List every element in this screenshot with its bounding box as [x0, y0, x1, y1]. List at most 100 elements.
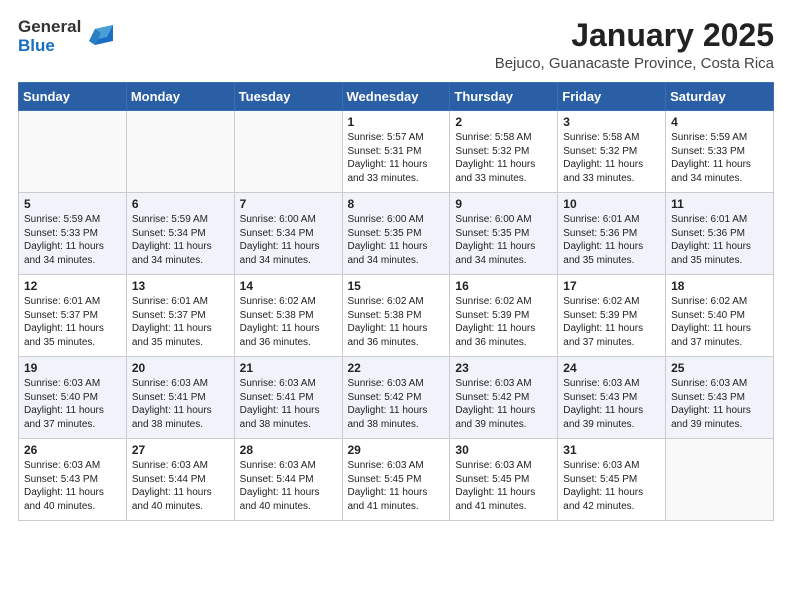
calendar-cell: 13 Sunrise: 6:01 AMSunset: 5:37 PMDayligh…: [126, 275, 234, 357]
day-info: Sunrise: 6:02 AMSunset: 5:38 PMDaylight:…: [240, 295, 337, 349]
day-number: 11: [671, 197, 768, 211]
calendar-cell: [234, 111, 342, 193]
calendar-cell: [126, 111, 234, 193]
day-number: 5: [24, 197, 121, 211]
calendar-subtitle: Bejuco, Guanacaste Province, Costa Rica: [495, 55, 774, 72]
day-info: Sunrise: 6:01 AMSunset: 5:37 PMDaylight:…: [132, 295, 229, 349]
day-info: Sunrise: 6:03 AMSunset: 5:41 PMDaylight:…: [132, 377, 229, 431]
calendar-cell: 10 Sunrise: 6:01 AMSunset: 5:36 PMDayligh…: [558, 193, 666, 275]
calendar-cell: 11 Sunrise: 6:01 AMSunset: 5:36 PMDayligh…: [666, 193, 774, 275]
day-number: 14: [240, 279, 337, 293]
col-wednesday: Wednesday: [342, 83, 450, 111]
day-number: 18: [671, 279, 768, 293]
day-info: Sunrise: 6:03 AMSunset: 5:44 PMDaylight:…: [132, 459, 229, 513]
col-sunday: Sunday: [19, 83, 127, 111]
calendar-cell: 25 Sunrise: 6:03 AMSunset: 5:43 PMDayligh…: [666, 357, 774, 439]
day-info: Sunrise: 6:00 AMSunset: 5:35 PMDaylight:…: [455, 213, 552, 267]
day-number: 22: [348, 361, 445, 375]
logo-icon: [85, 21, 117, 53]
calendar-cell: 3Sunrise: 5:58 AMSunset: 5:32 PMDaylight…: [558, 111, 666, 193]
calendar-cell: 16 Sunrise: 6:02 AMSunset: 5:39 PMDayligh…: [450, 275, 558, 357]
calendar-cell: 22 Sunrise: 6:03 AMSunset: 5:42 PMDayligh…: [342, 357, 450, 439]
day-number: 24: [563, 361, 660, 375]
day-info: Sunrise: 6:02 AMSunset: 5:38 PMDaylight:…: [348, 295, 445, 349]
day-info: Sunrise: 6:03 AMSunset: 5:42 PMDaylight:…: [348, 377, 445, 431]
day-info: Sunrise: 6:01 AMSunset: 5:37 PMDaylight:…: [24, 295, 121, 349]
calendar-cell: 18 Sunrise: 6:02 AMSunset: 5:40 PMDayligh…: [666, 275, 774, 357]
col-thursday: Thursday: [450, 83, 558, 111]
day-number: 27: [132, 443, 229, 457]
day-info: Sunrise: 6:03 AMSunset: 5:45 PMDaylight:…: [455, 459, 552, 513]
day-info: Sunrise: 5:59 AMSunset: 5:34 PMDaylight:…: [132, 213, 229, 267]
day-info: Sunrise: 6:02 AMSunset: 5:40 PMDaylight:…: [671, 295, 768, 349]
day-number: 25: [671, 361, 768, 375]
calendar-cell: 1 Sunrise: 5:57 AMSunset: 5:31 PMDaylight…: [342, 111, 450, 193]
day-number: 9: [455, 197, 552, 211]
day-number: 4: [671, 115, 768, 129]
day-info: Sunrise: 6:02 AMSunset: 5:39 PMDaylight:…: [455, 295, 552, 349]
calendar-table: Sunday Monday Tuesday Wednesday Thursday…: [18, 82, 774, 521]
calendar-cell: 24 Sunrise: 6:03 AMSunset: 5:43 PMDayligh…: [558, 357, 666, 439]
logo-blue: Blue: [18, 37, 81, 56]
calendar-cell: 17Sunrise: 6:02 AMSunset: 5:39 PMDayligh…: [558, 275, 666, 357]
calendar-week-1: 1 Sunrise: 5:57 AMSunset: 5:31 PMDaylight…: [19, 111, 774, 193]
day-number: 16: [455, 279, 552, 293]
day-info: Sunrise: 6:03 AMSunset: 5:42 PMDaylight:…: [455, 377, 552, 431]
day-info: Sunrise: 5:59 AMSunset: 5:33 PMDaylight:…: [671, 131, 768, 185]
calendar-week-3: 12Sunrise: 6:01 AMSunset: 5:37 PMDayligh…: [19, 275, 774, 357]
calendar-cell: 8Sunrise: 6:00 AMSunset: 5:35 PMDaylight…: [342, 193, 450, 275]
calendar-week-2: 5 Sunrise: 5:59 AMSunset: 5:33 PMDaylight…: [19, 193, 774, 275]
day-info: Sunrise: 6:03 AMSunset: 5:41 PMDaylight:…: [240, 377, 337, 431]
calendar-cell: [666, 439, 774, 521]
day-info: Sunrise: 6:03 AMSunset: 5:45 PMDaylight:…: [348, 459, 445, 513]
calendar-cell: 7 Sunrise: 6:00 AMSunset: 5:34 PMDaylight…: [234, 193, 342, 275]
calendar-week-5: 26 Sunrise: 6:03 AMSunset: 5:43 PMDayligh…: [19, 439, 774, 521]
day-number: 7: [240, 197, 337, 211]
col-friday: Friday: [558, 83, 666, 111]
col-monday: Monday: [126, 83, 234, 111]
calendar-cell: 12Sunrise: 6:01 AMSunset: 5:37 PMDayligh…: [19, 275, 127, 357]
day-number: 29: [348, 443, 445, 457]
logo-text: General Blue: [18, 18, 81, 55]
calendar-cell: 14 Sunrise: 6:02 AMSunset: 5:38 PMDayligh…: [234, 275, 342, 357]
day-info: Sunrise: 5:59 AMSunset: 5:33 PMDaylight:…: [24, 213, 121, 267]
calendar-week-4: 19Sunrise: 6:03 AMSunset: 5:40 PMDayligh…: [19, 357, 774, 439]
col-saturday: Saturday: [666, 83, 774, 111]
day-info: Sunrise: 6:01 AMSunset: 5:36 PMDaylight:…: [671, 213, 768, 267]
day-number: 1: [348, 115, 445, 129]
calendar-cell: 2Sunrise: 5:58 AMSunset: 5:32 PMDaylight…: [450, 111, 558, 193]
calendar-cell: 6 Sunrise: 5:59 AMSunset: 5:34 PMDaylight…: [126, 193, 234, 275]
calendar-cell: 30 Sunrise: 6:03 AMSunset: 5:45 PMDayligh…: [450, 439, 558, 521]
day-number: 6: [132, 197, 229, 211]
calendar-cell: 9 Sunrise: 6:00 AMSunset: 5:35 PMDaylight…: [450, 193, 558, 275]
day-number: 28: [240, 443, 337, 457]
day-info: Sunrise: 5:58 AMSunset: 5:32 PMDaylight:…: [455, 131, 552, 185]
calendar-cell: 20 Sunrise: 6:03 AMSunset: 5:41 PMDayligh…: [126, 357, 234, 439]
day-info: Sunrise: 5:57 AMSunset: 5:31 PMDaylight:…: [348, 131, 445, 185]
logo-area: General Blue: [18, 18, 117, 55]
day-number: 26: [24, 443, 121, 457]
day-info: Sunrise: 6:03 AMSunset: 5:43 PMDaylight:…: [24, 459, 121, 513]
calendar-cell: [19, 111, 127, 193]
calendar-title: January 2025: [495, 18, 774, 53]
day-info: Sunrise: 6:00 AMSunset: 5:34 PMDaylight:…: [240, 213, 337, 267]
calendar-cell: 27 Sunrise: 6:03 AMSunset: 5:44 PMDayligh…: [126, 439, 234, 521]
calendar-cell: 4 Sunrise: 5:59 AMSunset: 5:33 PMDaylight…: [666, 111, 774, 193]
day-number: 23: [455, 361, 552, 375]
day-info: Sunrise: 6:03 AMSunset: 5:43 PMDaylight:…: [671, 377, 768, 431]
calendar-cell: 19Sunrise: 6:03 AMSunset: 5:40 PMDayligh…: [19, 357, 127, 439]
day-number: 20: [132, 361, 229, 375]
day-info: Sunrise: 6:01 AMSunset: 5:36 PMDaylight:…: [563, 213, 660, 267]
day-info: Sunrise: 6:03 AMSunset: 5:45 PMDaylight:…: [563, 459, 660, 513]
day-number: 13: [132, 279, 229, 293]
day-number: 30: [455, 443, 552, 457]
calendar-cell: 28Sunrise: 6:03 AMSunset: 5:44 PMDayligh…: [234, 439, 342, 521]
day-number: 3: [563, 115, 660, 129]
logo-general: General: [18, 18, 81, 37]
day-number: 31: [563, 443, 660, 457]
header-row: Sunday Monday Tuesday Wednesday Thursday…: [19, 83, 774, 111]
day-number: 8: [348, 197, 445, 211]
calendar-cell: 26 Sunrise: 6:03 AMSunset: 5:43 PMDayligh…: [19, 439, 127, 521]
day-number: 10: [563, 197, 660, 211]
day-info: Sunrise: 6:03 AMSunset: 5:43 PMDaylight:…: [563, 377, 660, 431]
